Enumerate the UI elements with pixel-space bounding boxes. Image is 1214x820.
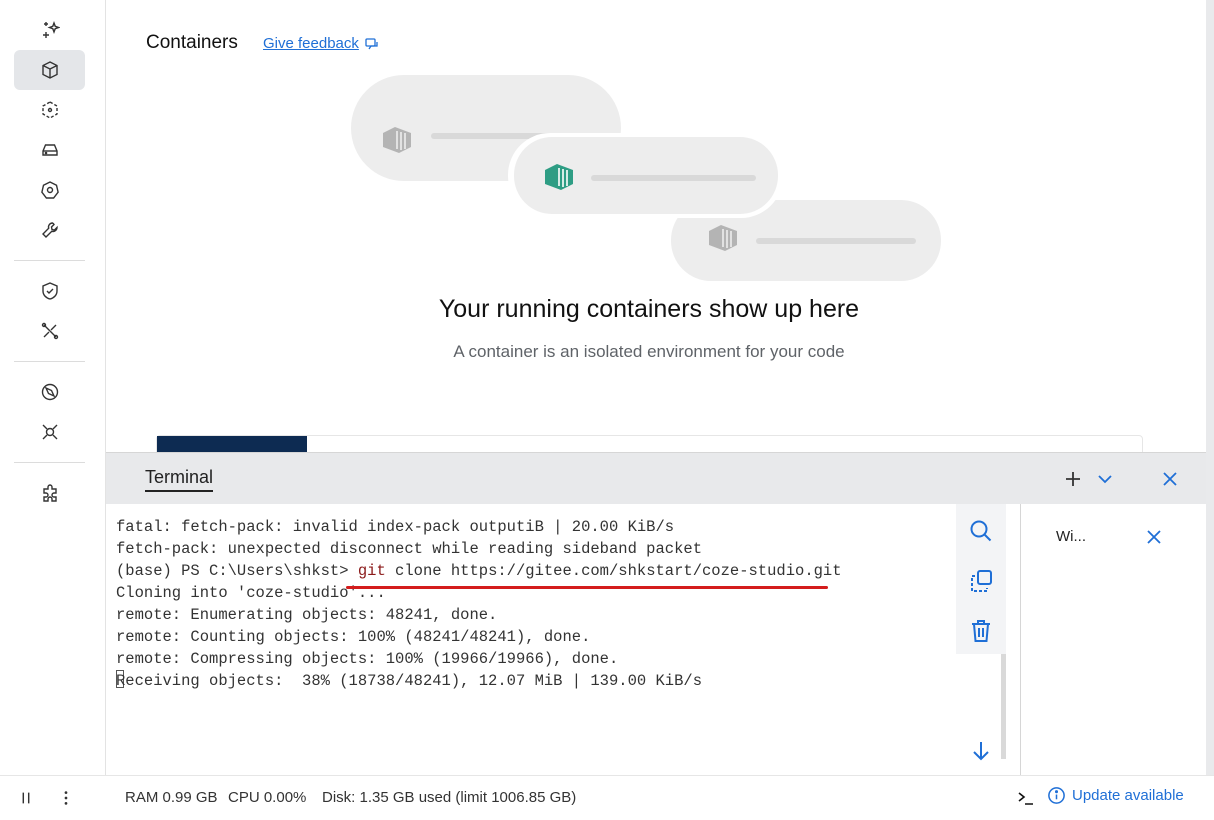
prompt-text: (base) PS C:\Users\shkst> [116,562,358,580]
sidebar-item-images[interactable] [14,90,85,130]
scroll-to-bottom-button[interactable] [966,736,996,766]
more-vertical-icon [64,791,68,805]
sidebar-item-ai[interactable] [14,10,85,50]
command-keyword: git [357,562,386,580]
command-args: clone https://gitee.com/shkstart/coze-st… [385,562,842,580]
terminal-output[interactable]: fatal: fetch-pack: invalid index-pack ou… [106,504,956,775]
search-icon [970,520,992,542]
terminal-toggle-button[interactable] [1014,786,1038,810]
terminal-line-text: Receiving objects: 38% (18738/48241), 12… [116,672,702,690]
images-icon [41,101,58,119]
page-title: Containers [146,32,238,53]
terminal-line: remote: Enumerating objects: 48241, done… [116,606,498,624]
sidebar-item-containers[interactable] [14,50,85,90]
terminal-line: fatal: fetch-pack: invalid index-pack ou… [116,518,675,536]
give-feedback-label: Give feedback [263,35,359,52]
trash-icon [972,620,990,642]
sidebar-item-volumes[interactable] [14,130,85,170]
empty-state-subtitle: A container is an isolated environment f… [453,342,845,361]
sidebar-item-mcp-toolkit[interactable] [14,412,85,452]
sidebar-divider [14,462,85,463]
disk-usage: Disk: 1.35 GB used (limit 1006.85 GB) [322,789,577,806]
promo-image [157,436,307,452]
arrow-down-icon [973,742,989,761]
feedback-icon [365,37,378,49]
command-annotation-underline [346,586,828,589]
window-edge [1206,0,1214,820]
close-icon [1147,530,1161,544]
promo-card [156,435,1143,452]
plus-icon [1066,472,1080,486]
copy-terminal-button[interactable] [966,566,996,596]
clear-terminal-button[interactable] [966,616,996,646]
sidebar-item-builds[interactable] [14,210,85,250]
toggle-sidebar-button[interactable] [14,786,38,810]
terminal-icon [1018,792,1033,805]
close-session-button[interactable] [1141,524,1167,550]
terminal-header: Terminal [106,452,1206,504]
close-icon [1163,472,1177,486]
search-terminal-button[interactable] [966,516,996,546]
models-icon [41,322,58,340]
more-options-button[interactable] [54,786,78,810]
terminal-scrollbar[interactable] [1001,654,1006,759]
close-terminal-button[interactable] [1157,466,1183,492]
extensions-icon [42,484,57,502]
scout-icon [41,282,58,300]
info-icon [1048,787,1065,804]
update-available-label: Update available [1072,787,1184,804]
pause-icon [22,792,30,804]
copy-icon [971,570,992,592]
empty-state-illustration [351,75,941,281]
sidebar-item-extensions[interactable] [14,474,85,514]
kubernetes-icon [40,181,59,199]
tab-terminal[interactable]: Terminal [145,467,214,492]
learning-center-icon [41,383,58,401]
mcp-toolkit-icon [42,424,57,440]
terminal-options-dropdown[interactable] [1092,466,1118,492]
empty-state-title: Your running containers show up here [438,295,860,323]
sidebar-divider [14,361,85,362]
volumes-icon [41,144,58,156]
terminal-line: (base) PS C:\Users\shkst> git clone http… [116,560,842,582]
new-terminal-button[interactable] [1060,466,1086,492]
sidebar-item-models[interactable] [14,311,85,351]
sidebar-item-learning-center[interactable] [14,372,85,412]
give-feedback-link[interactable]: Give feedback [263,35,379,52]
terminal-line: fetch-pack: unexpected disconnect while … [116,540,702,558]
sidebar-item-kubernetes[interactable] [14,170,85,210]
terminal-line: Receiving objects: 38% (18738/48241), 12… [116,670,842,692]
terminal-lines: fatal: fetch-pack: invalid index-pack ou… [116,516,842,692]
terminal-session-list: Wi... [1020,504,1206,775]
sidebar-divider [14,260,85,261]
chevron-down-icon [1098,475,1112,484]
containers-view: Containers Give feedback Your running co… [106,0,1206,452]
builds-icon [41,222,58,238]
terminal-line: remote: Counting objects: 100% (48241/48… [116,628,591,646]
ram-usage: RAM 0.99 GB [125,789,218,806]
cpu-usage: CPU 0.00% [228,789,307,806]
sidebar [0,0,106,775]
terminal-line: remote: Compressing objects: 100% (19966… [116,650,619,668]
terminal-actions [956,504,1006,654]
sparkles-icon [42,20,60,38]
sidebar-item-scout[interactable] [14,271,85,311]
terminal-session-item[interactable]: Wi... [1056,528,1086,545]
update-available-button[interactable]: Update available [1047,786,1184,805]
status-bar: RAM 0.99 GB CPU 0.00% Disk: 1.35 GB used… [0,775,1214,820]
containers-icon [41,61,58,79]
